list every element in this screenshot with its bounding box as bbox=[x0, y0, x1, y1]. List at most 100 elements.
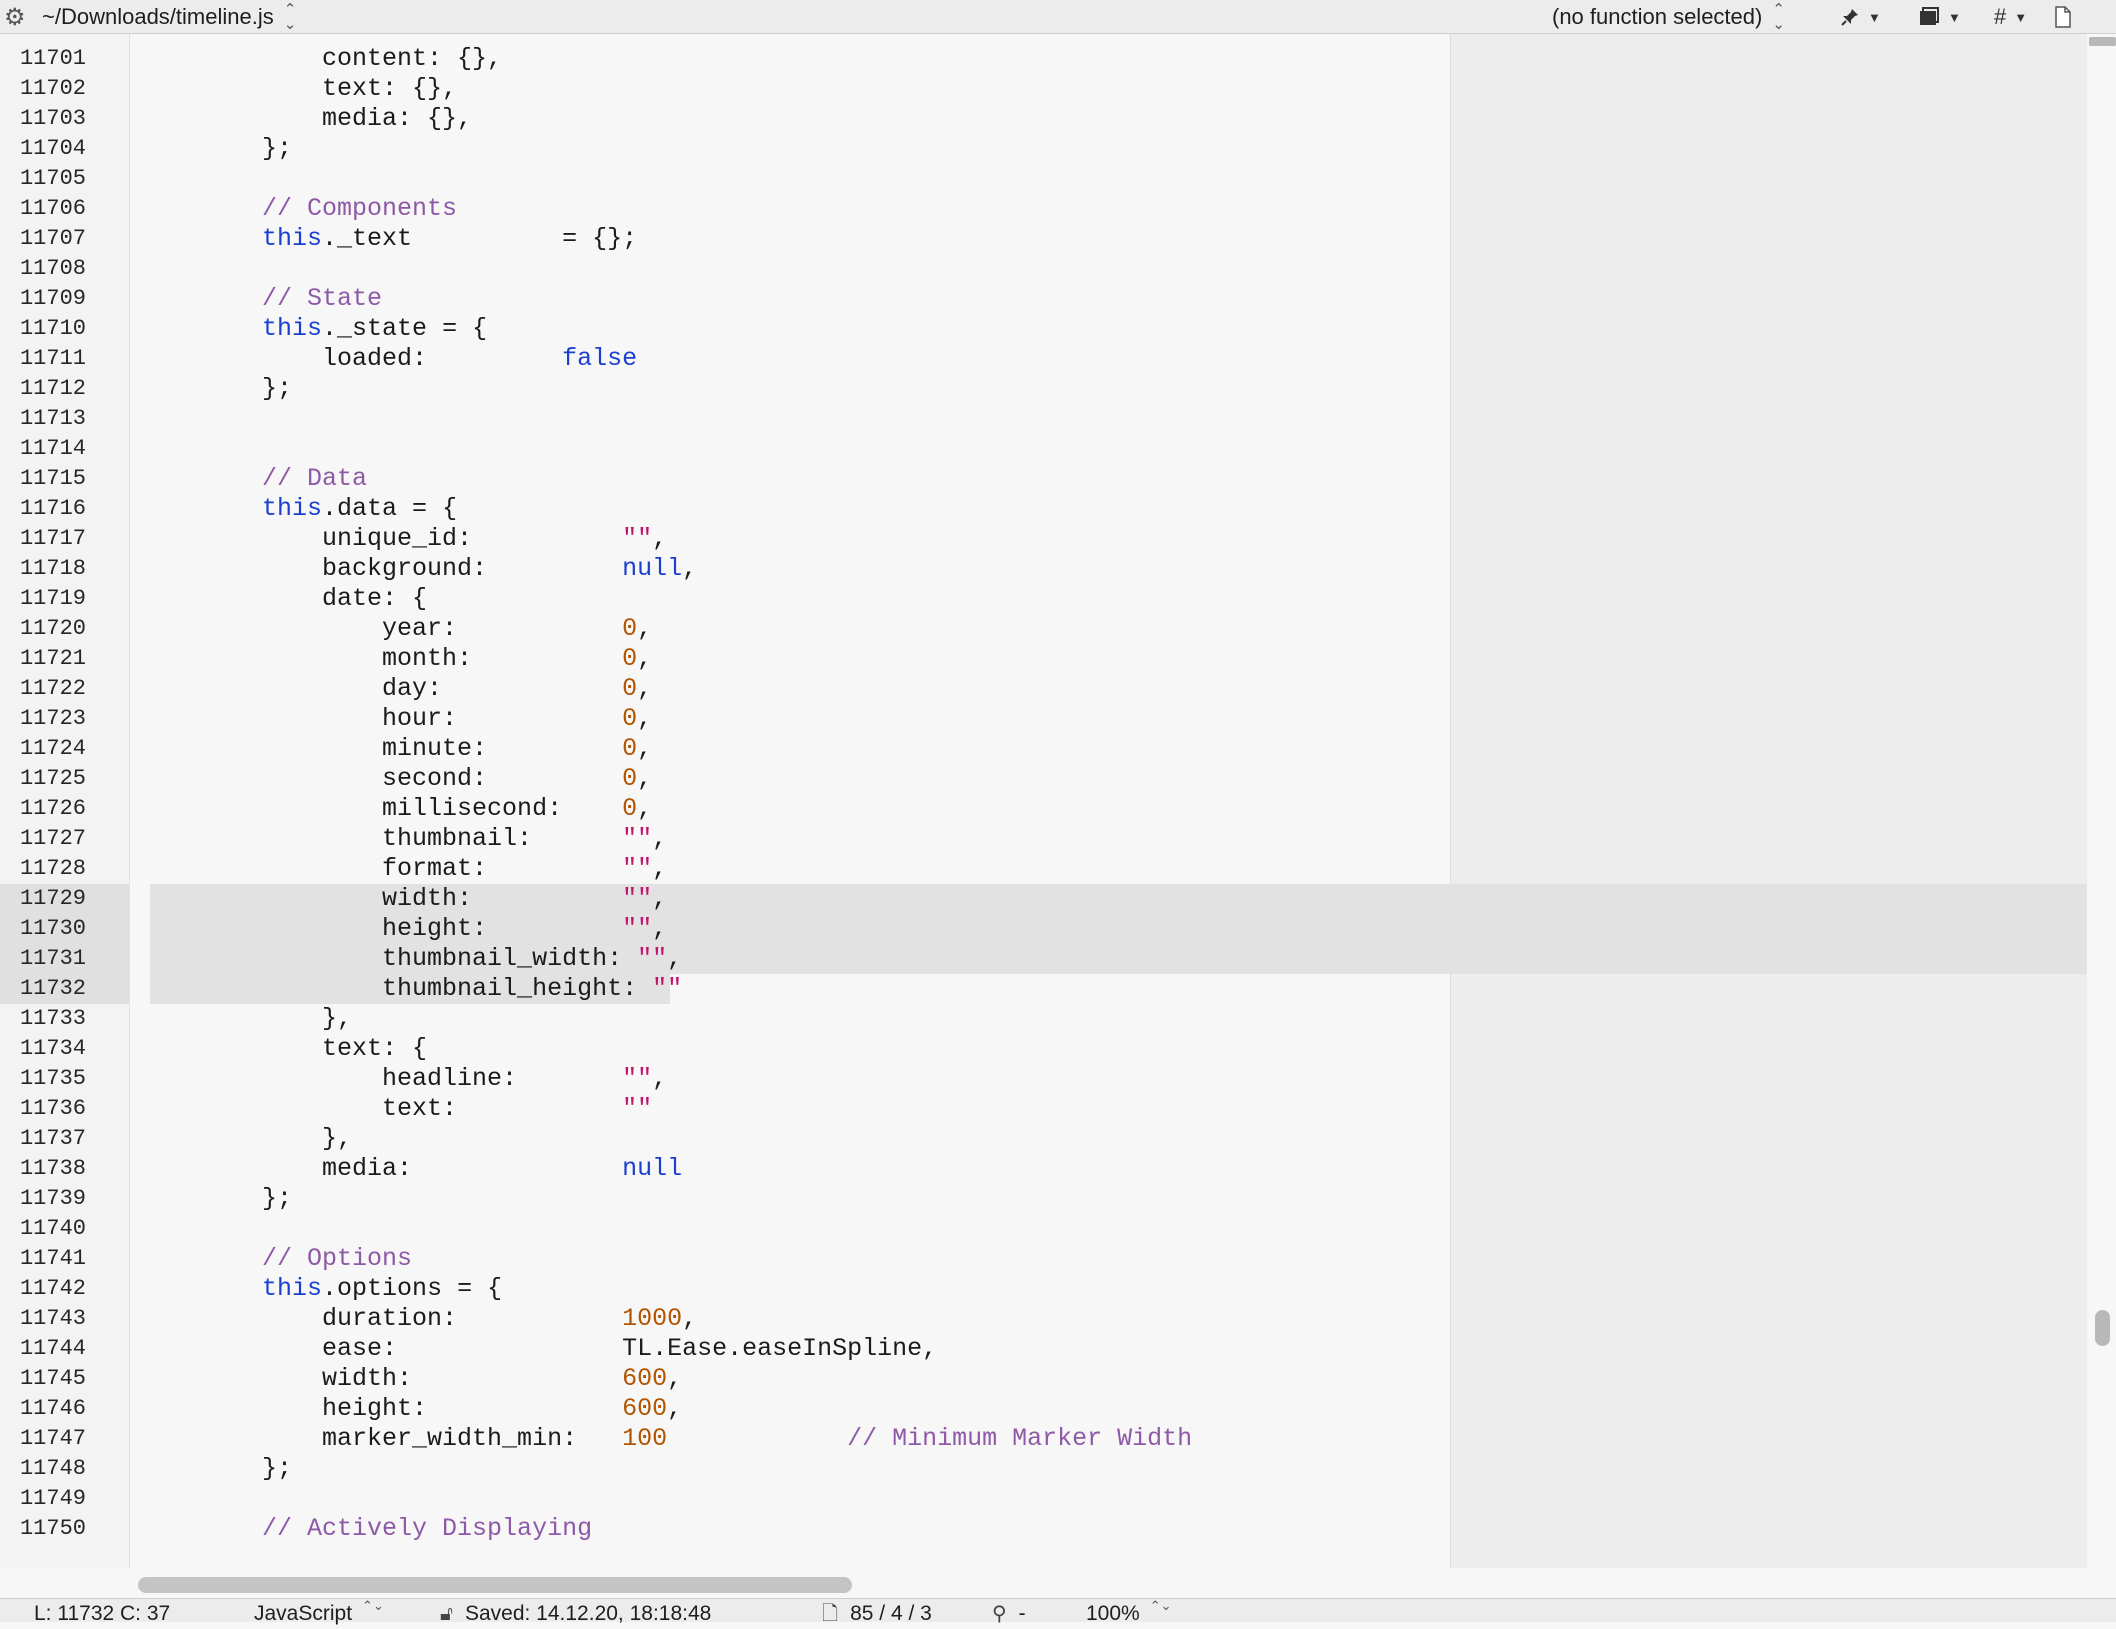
code-line[interactable]: month: 0, bbox=[142, 644, 652, 674]
code-line[interactable]: thumbnail_width: "", bbox=[142, 944, 682, 974]
code-line[interactable]: // State bbox=[142, 284, 382, 314]
code-line[interactable]: ease: TL.Ease.easeInSpline, bbox=[142, 1334, 937, 1364]
line-number[interactable]: 11728 bbox=[0, 854, 86, 884]
code-line[interactable]: media: {}, bbox=[142, 104, 472, 134]
pin-icon[interactable] bbox=[1840, 7, 1860, 27]
code-line[interactable]: day: 0, bbox=[142, 674, 652, 704]
code-line[interactable]: format: "", bbox=[142, 854, 667, 884]
code-line[interactable]: // Data bbox=[142, 464, 367, 494]
code-line[interactable]: date: { bbox=[142, 584, 427, 614]
line-number[interactable]: 11708 bbox=[0, 254, 86, 284]
line-number[interactable]: 11744 bbox=[0, 1334, 86, 1364]
bookmark-menu[interactable]: ▼ bbox=[1918, 0, 1961, 34]
line-number[interactable]: 11713 bbox=[0, 404, 86, 434]
line-number[interactable]: 11729 bbox=[0, 884, 129, 914]
line-number[interactable]: 11740 bbox=[0, 1214, 86, 1244]
line-number[interactable]: 11716 bbox=[0, 494, 86, 524]
code-line[interactable]: duration: 1000, bbox=[142, 1304, 697, 1334]
code-line[interactable]: text: "" bbox=[142, 1094, 652, 1124]
line-number[interactable]: 11714 bbox=[0, 434, 86, 464]
line-number[interactable]: 11746 bbox=[0, 1394, 86, 1424]
line-number[interactable]: 11701 bbox=[0, 44, 86, 74]
line-number[interactable]: 11735 bbox=[0, 1064, 86, 1094]
vertical-scroll-thumb[interactable] bbox=[2095, 1310, 2110, 1346]
document-menu[interactable] bbox=[2054, 0, 2072, 34]
line-number[interactable]: 11704 bbox=[0, 134, 86, 164]
horizontal-scroll-thumb[interactable] bbox=[138, 1577, 852, 1593]
line-number[interactable]: 11727 bbox=[0, 824, 86, 854]
line-number[interactable]: 11725 bbox=[0, 764, 86, 794]
document-icon[interactable] bbox=[2054, 6, 2072, 28]
code-line[interactable]: text: {}, bbox=[142, 74, 457, 104]
hash-menu[interactable]: # ▼ bbox=[1994, 0, 2027, 34]
bookmark-icon[interactable] bbox=[1918, 7, 1940, 27]
code-line[interactable]: loaded: false bbox=[142, 344, 637, 374]
line-number[interactable]: 11721 bbox=[0, 644, 86, 674]
line-number[interactable]: 11703 bbox=[0, 104, 86, 134]
line-number[interactable]: 11726 bbox=[0, 794, 86, 824]
code-line[interactable]: height: "", bbox=[142, 914, 667, 944]
line-number[interactable]: 11706 bbox=[0, 194, 86, 224]
code-line[interactable]: width: "", bbox=[142, 884, 667, 914]
line-number[interactable]: 11736 bbox=[0, 1094, 86, 1124]
line-number[interactable]: 11730 bbox=[0, 914, 129, 944]
line-number[interactable]: 11733 bbox=[0, 1004, 86, 1034]
code-line[interactable]: }; bbox=[142, 374, 292, 404]
code-line[interactable]: thumbnail: "", bbox=[142, 824, 667, 854]
line-number[interactable]: 11732 bbox=[0, 974, 129, 1004]
code-line[interactable]: this._state = { bbox=[142, 314, 487, 344]
language-popup[interactable]: JavaScript ⌃⌄ bbox=[254, 1599, 384, 1625]
zoom-label[interactable]: 100% bbox=[1086, 1599, 1140, 1629]
line-number-gutter[interactable]: 11701 11702 11703 11704 11705 11706 11707 11708… bbox=[0, 34, 130, 1568]
code-line[interactable]: }; bbox=[142, 134, 292, 164]
line-number[interactable]: 11702 bbox=[0, 74, 86, 104]
zoom-popup[interactable]: 100% ⌃⌄ bbox=[1086, 1599, 1172, 1625]
line-number[interactable]: 11737 bbox=[0, 1124, 86, 1154]
code-line[interactable]: year: 0, bbox=[142, 614, 652, 644]
code-line[interactable]: height: 600, bbox=[142, 1394, 682, 1424]
line-number[interactable]: 11739 bbox=[0, 1184, 86, 1214]
line-number[interactable]: 11742 bbox=[0, 1274, 86, 1304]
line-number[interactable]: 11710 bbox=[0, 314, 86, 344]
line-number[interactable]: 11722 bbox=[0, 674, 86, 704]
code-line[interactable]: background: null, bbox=[142, 554, 697, 584]
document-counts[interactable]: 🗋 85 / 4 / 3 bbox=[822, 1599, 932, 1625]
code-line[interactable]: this._text = {}; bbox=[142, 224, 637, 254]
file-path[interactable]: ~/Downloads/timeline.js bbox=[42, 4, 274, 30]
line-number[interactable]: 11734 bbox=[0, 1034, 86, 1064]
code-line[interactable]: headline: "", bbox=[142, 1064, 667, 1094]
code-line[interactable]: width: 600, bbox=[142, 1364, 682, 1394]
file-path-popup[interactable]: ~/Downloads/timeline.js ⌃ ⌄ bbox=[42, 0, 296, 34]
function-popup-label[interactable]: (no function selected) bbox=[1552, 4, 1762, 30]
line-number[interactable]: 11731 bbox=[0, 944, 129, 974]
line-number[interactable]: 11745 bbox=[0, 1364, 86, 1394]
hash-icon[interactable]: # bbox=[1994, 4, 2006, 30]
line-number[interactable]: 11718 bbox=[0, 554, 86, 584]
line-number[interactable]: 11748 bbox=[0, 1454, 86, 1484]
unlock-icon[interactable]: 🔓︎ bbox=[440, 1599, 453, 1629]
code-line[interactable]: // Components bbox=[142, 194, 457, 224]
code-line[interactable]: this.data = { bbox=[142, 494, 457, 524]
code-line[interactable]: thumbnail_height: "" bbox=[142, 974, 682, 1004]
code-line[interactable]: millisecond: 0, bbox=[142, 794, 652, 824]
code-line[interactable]: // Actively Displaying bbox=[142, 1514, 592, 1544]
code-line[interactable]: }; bbox=[142, 1184, 292, 1214]
line-number[interactable]: 11717 bbox=[0, 524, 86, 554]
code-line[interactable]: }, bbox=[142, 1124, 352, 1154]
line-number[interactable]: 11712 bbox=[0, 374, 86, 404]
function-popup[interactable]: (no function selected) ⌃ ⌄ bbox=[1552, 0, 1785, 34]
line-number[interactable]: 11711 bbox=[0, 344, 86, 374]
line-number[interactable]: 11750 bbox=[0, 1514, 86, 1544]
code-line[interactable]: unique_id: "", bbox=[142, 524, 667, 554]
line-number[interactable]: 11743 bbox=[0, 1304, 86, 1334]
code-line[interactable]: text: { bbox=[142, 1034, 427, 1064]
line-number[interactable]: 11741 bbox=[0, 1244, 86, 1274]
cursor-position[interactable]: L: 11732 C: 37 bbox=[34, 1599, 170, 1625]
code-editor[interactable]: content: {}, text: {}, media: {}, }; // … bbox=[130, 34, 2087, 1568]
code-line[interactable]: this.options = { bbox=[142, 1274, 502, 1304]
pin-menu[interactable]: ▼ bbox=[1840, 0, 1881, 34]
line-number[interactable]: 11723 bbox=[0, 704, 86, 734]
code-line[interactable]: }; bbox=[142, 1454, 292, 1484]
search-info[interactable]: ⚲ - bbox=[992, 1599, 1026, 1625]
line-number[interactable]: 11738 bbox=[0, 1154, 86, 1184]
